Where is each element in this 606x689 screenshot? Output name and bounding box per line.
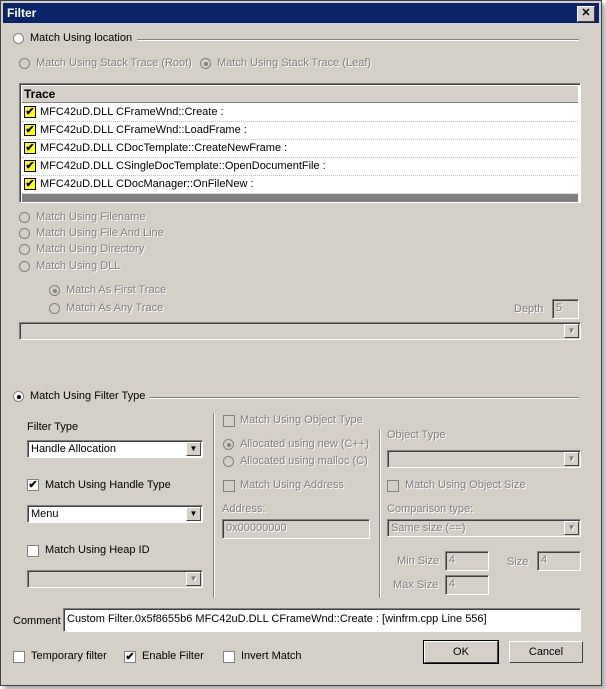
trace-row-check[interactable]: ✔ [24,142,36,154]
comparison-select[interactable]: Same size (==) ▼ [387,519,581,537]
object-type-select[interactable]: ▼ [387,450,581,468]
address-check-label: Match Using Address [240,479,344,491]
invert-match-check[interactable] [223,651,235,663]
handle-type-value: Menu [31,508,59,520]
close-icon: ✕ [581,7,591,19]
dll-label: Match Using DLL [36,260,121,272]
stack-leaf-label: Match Using Stack Trace (Leaf) [217,57,372,69]
depth-label: Depth [514,303,544,315]
ok-button[interactable]: OK [423,640,499,664]
size-label: Size [507,556,529,568]
stack-root-radio[interactable] [19,58,30,69]
alloc-new-label: Allocated using new (C++) [240,438,370,450]
handle-type-label: Match Using Handle Type [45,479,171,491]
comment-field[interactable]: Custom Filter.0x5f8655b6 MFC42uD.DLL CFr… [63,608,581,632]
address-check[interactable] [223,480,235,492]
chevron-down-icon[interactable]: ▼ [186,442,201,456]
max-size-field[interactable]: 4 [445,575,489,595]
trace-row[interactable]: ✔ MFC42uD.DLL CDocTemplate::CreateNewFra… [22,139,578,158]
handle-type-check[interactable]: ✔ [27,479,39,491]
trace-row-label: MFC42uD.DLL CSingleDocTemplate::OpenDocu… [40,160,326,172]
trace-row-label: MFC42uD.DLL CFrameWnd::LoadFrame : [40,124,247,136]
filter-type-label: Filter Type [27,421,79,433]
comparison-value: Same size (==) [391,522,466,534]
comment-label: Comment [13,615,61,627]
trace-row-label: MFC42uD.DLL CDocManager::OnFileNew : [40,178,254,190]
alloc-new-radio[interactable] [223,439,234,450]
max-size-label: Max Size [393,579,439,591]
directory-radio[interactable] [19,244,30,255]
first-trace-radio[interactable] [49,285,60,296]
temporary-filter-label: Temporary filter [31,650,107,662]
enable-filter-label: Enable Filter [142,650,204,662]
cancel-button[interactable]: Cancel [509,641,583,663]
object-type-check-label: Match Using Object Type [240,414,363,426]
chevron-down-icon[interactable]: ▼ [564,521,579,535]
directory-label: Match Using Directory [36,243,145,255]
location-divider [137,39,579,41]
trace-scrollbar[interactable] [22,194,578,202]
column-divider-left [213,413,215,598]
filename-label: Match Using Filename [36,211,146,223]
temporary-filter-check[interactable] [13,651,25,663]
invert-match-label: Invert Match [241,650,302,662]
alloc-malloc-radio[interactable] [223,456,234,467]
handle-type-select[interactable]: Menu ▼ [27,505,203,523]
address-field[interactable]: 0x00000000 [222,519,370,539]
size-field[interactable]: 4 [537,551,581,571]
heap-id-label: Match Using Heap ID [45,544,150,556]
object-size-check-label: Match Using Object Size [405,479,526,491]
comparison-label: Comparison type: [387,503,474,515]
trace-row[interactable]: ✔ MFC42uD.DLL CSingleDocTemplate::OpenDo… [22,157,578,176]
trace-row-check[interactable]: ✔ [24,178,36,190]
stack-leaf-radio[interactable] [200,58,211,69]
filter-type-value: Handle Allocation [31,443,117,455]
match-location-radio[interactable] [13,33,24,44]
trace-header: Trace [22,86,578,103]
chevron-down-icon[interactable]: ▼ [564,452,579,466]
object-type-check[interactable] [223,415,235,427]
fileline-radio[interactable] [19,228,30,239]
match-filter-type-label: Match Using Filter Type [30,390,146,402]
min-size-field[interactable]: 4 [445,551,489,571]
trace-list[interactable]: Trace ✔ MFC42uD.DLL CFrameWnd::Create : … [19,83,581,203]
location-combo[interactable]: ▼ [19,322,581,340]
any-trace-label: Match As Any Trace [66,302,164,314]
alloc-malloc-label: Allocated using malloc (C) [240,455,368,467]
chevron-down-icon[interactable]: ▼ [186,507,201,521]
any-trace-radio[interactable] [49,303,60,314]
heap-id-select[interactable]: ▼ [27,570,203,588]
match-location-label: Match Using location [30,32,133,44]
object-size-check[interactable] [387,480,399,492]
title-bar: Filter ✕ [3,3,599,23]
chevron-down-icon[interactable]: ▼ [564,324,579,338]
match-filter-type-radio[interactable] [13,391,24,402]
chevron-down-icon[interactable]: ▼ [186,572,201,586]
fileline-label: Match Using File And Line [36,227,164,239]
window-title: Filter [7,6,37,20]
stack-root-label: Match Using Stack Trace (Root) [36,57,192,69]
trace-row[interactable]: ✔ MFC42uD.DLL CDocManager::OnFileNew : [22,175,578,194]
depth-field[interactable]: 5 [552,299,579,319]
trace-row-label: MFC42uD.DLL CFrameWnd::Create : [40,106,224,118]
trace-row-check[interactable]: ✔ [24,106,36,118]
trace-row-check[interactable]: ✔ [24,160,36,172]
close-button[interactable]: ✕ [577,6,595,22]
address-label: Address: [222,503,266,515]
filter-dialog: Filter ✕ Match Using location Match Usin… [0,0,602,686]
min-size-label: Min Size [397,555,440,567]
filter-type-divider [149,397,579,399]
enable-filter-check[interactable]: ✔ [124,651,136,663]
trace-row[interactable]: ✔ MFC42uD.DLL CFrameWnd::LoadFrame : [22,121,578,140]
filename-radio[interactable] [19,212,30,223]
trace-row-check[interactable]: ✔ [24,124,36,136]
object-type-label: Object Type [387,429,446,441]
column-divider-right [379,429,381,598]
filter-type-select[interactable]: Handle Allocation ▼ [27,440,203,458]
trace-row-label: MFC42uD.DLL CDocTemplate::CreateNewFrame… [40,142,288,154]
dll-radio[interactable] [19,261,30,272]
first-trace-label: Match As First Trace [66,284,167,296]
heap-id-check[interactable] [27,545,39,557]
trace-row[interactable]: ✔ MFC42uD.DLL CFrameWnd::Create : [22,103,578,122]
